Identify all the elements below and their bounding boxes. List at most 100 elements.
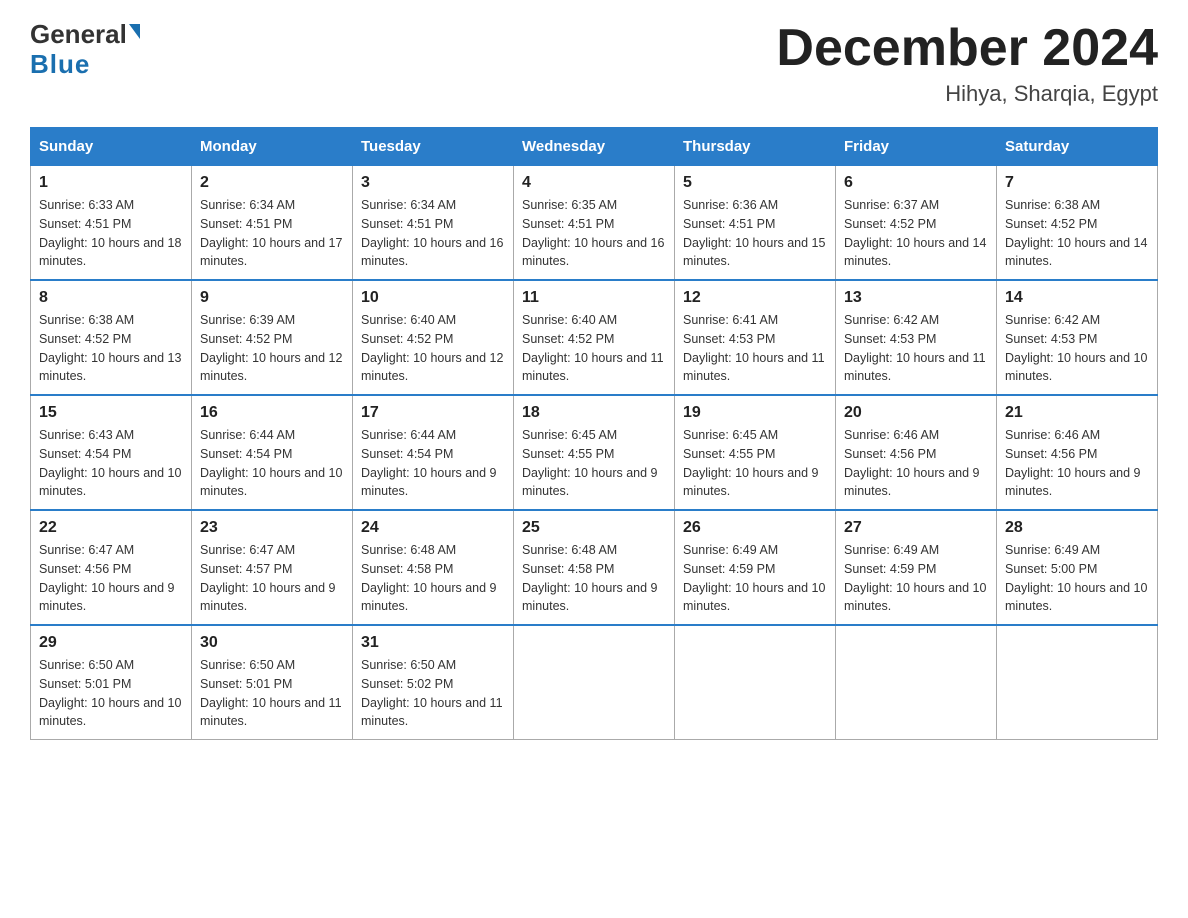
day-info: Sunrise: 6:42 AMSunset: 4:53 PMDaylight:… (1005, 313, 1147, 383)
day-number: 14 (1005, 289, 1149, 307)
day-number: 4 (522, 174, 666, 192)
day-number: 22 (39, 519, 183, 537)
day-number: 13 (844, 289, 988, 307)
day-number: 2 (200, 174, 344, 192)
header-row: SundayMondayTuesdayWednesdayThursdayFrid… (31, 128, 1158, 166)
day-info: Sunrise: 6:44 AMSunset: 4:54 PMDaylight:… (361, 428, 497, 498)
day-info: Sunrise: 6:49 AMSunset: 4:59 PMDaylight:… (683, 543, 825, 613)
day-cell-26: 26 Sunrise: 6:49 AMSunset: 4:59 PMDaylig… (675, 510, 836, 625)
day-info: Sunrise: 6:45 AMSunset: 4:55 PMDaylight:… (522, 428, 658, 498)
day-info: Sunrise: 6:40 AMSunset: 4:52 PMDaylight:… (522, 313, 664, 383)
day-cell-17: 17 Sunrise: 6:44 AMSunset: 4:54 PMDaylig… (353, 395, 514, 510)
day-number: 1 (39, 174, 183, 192)
day-number: 15 (39, 404, 183, 422)
day-number: 7 (1005, 174, 1149, 192)
day-number: 6 (844, 174, 988, 192)
day-cell-14: 14 Sunrise: 6:42 AMSunset: 4:53 PMDaylig… (997, 280, 1158, 395)
day-info: Sunrise: 6:50 AMSunset: 5:01 PMDaylight:… (200, 658, 342, 728)
day-cell-12: 12 Sunrise: 6:41 AMSunset: 4:53 PMDaylig… (675, 280, 836, 395)
day-info: Sunrise: 6:47 AMSunset: 4:56 PMDaylight:… (39, 543, 175, 613)
day-cell-8: 8 Sunrise: 6:38 AMSunset: 4:52 PMDayligh… (31, 280, 192, 395)
day-cell-9: 9 Sunrise: 6:39 AMSunset: 4:52 PMDayligh… (192, 280, 353, 395)
day-info: Sunrise: 6:39 AMSunset: 4:52 PMDaylight:… (200, 313, 342, 383)
day-cell-23: 23 Sunrise: 6:47 AMSunset: 4:57 PMDaylig… (192, 510, 353, 625)
week-row-4: 22 Sunrise: 6:47 AMSunset: 4:56 PMDaylig… (31, 510, 1158, 625)
day-cell-22: 22 Sunrise: 6:47 AMSunset: 4:56 PMDaylig… (31, 510, 192, 625)
day-cell-11: 11 Sunrise: 6:40 AMSunset: 4:52 PMDaylig… (514, 280, 675, 395)
day-number: 5 (683, 174, 827, 192)
day-number: 10 (361, 289, 505, 307)
calendar-subtitle: Hihya, Sharqia, Egypt (776, 81, 1158, 107)
day-info: Sunrise: 6:34 AMSunset: 4:51 PMDaylight:… (361, 198, 503, 268)
day-info: Sunrise: 6:40 AMSunset: 4:52 PMDaylight:… (361, 313, 503, 383)
day-number: 18 (522, 404, 666, 422)
day-cell-28: 28 Sunrise: 6:49 AMSunset: 5:00 PMDaylig… (997, 510, 1158, 625)
day-cell-5: 5 Sunrise: 6:36 AMSunset: 4:51 PMDayligh… (675, 166, 836, 281)
day-info: Sunrise: 6:35 AMSunset: 4:51 PMDaylight:… (522, 198, 664, 268)
day-cell-31: 31 Sunrise: 6:50 AMSunset: 5:02 PMDaylig… (353, 625, 514, 740)
week-row-3: 15 Sunrise: 6:43 AMSunset: 4:54 PMDaylig… (31, 395, 1158, 510)
day-info: Sunrise: 6:33 AMSunset: 4:51 PMDaylight:… (39, 198, 181, 268)
day-info: Sunrise: 6:49 AMSunset: 4:59 PMDaylight:… (844, 543, 986, 613)
day-cell-6: 6 Sunrise: 6:37 AMSunset: 4:52 PMDayligh… (836, 166, 997, 281)
day-info: Sunrise: 6:50 AMSunset: 5:01 PMDaylight:… (39, 658, 181, 728)
week-row-2: 8 Sunrise: 6:38 AMSunset: 4:52 PMDayligh… (31, 280, 1158, 395)
day-info: Sunrise: 6:44 AMSunset: 4:54 PMDaylight:… (200, 428, 342, 498)
day-cell-2: 2 Sunrise: 6:34 AMSunset: 4:51 PMDayligh… (192, 166, 353, 281)
day-info: Sunrise: 6:48 AMSunset: 4:58 PMDaylight:… (522, 543, 658, 613)
day-cell-30: 30 Sunrise: 6:50 AMSunset: 5:01 PMDaylig… (192, 625, 353, 740)
day-number: 16 (200, 404, 344, 422)
col-header-thursday: Thursday (675, 128, 836, 166)
day-info: Sunrise: 6:37 AMSunset: 4:52 PMDaylight:… (844, 198, 986, 268)
day-number: 31 (361, 634, 505, 652)
day-number: 9 (200, 289, 344, 307)
day-info: Sunrise: 6:50 AMSunset: 5:02 PMDaylight:… (361, 658, 503, 728)
day-info: Sunrise: 6:46 AMSunset: 4:56 PMDaylight:… (1005, 428, 1141, 498)
day-info: Sunrise: 6:48 AMSunset: 4:58 PMDaylight:… (361, 543, 497, 613)
empty-cell (675, 625, 836, 740)
week-row-1: 1 Sunrise: 6:33 AMSunset: 4:51 PMDayligh… (31, 166, 1158, 281)
day-cell-19: 19 Sunrise: 6:45 AMSunset: 4:55 PMDaylig… (675, 395, 836, 510)
calendar-table: SundayMondayTuesdayWednesdayThursdayFrid… (30, 127, 1158, 740)
day-cell-20: 20 Sunrise: 6:46 AMSunset: 4:56 PMDaylig… (836, 395, 997, 510)
day-cell-13: 13 Sunrise: 6:42 AMSunset: 4:53 PMDaylig… (836, 280, 997, 395)
day-info: Sunrise: 6:47 AMSunset: 4:57 PMDaylight:… (200, 543, 336, 613)
day-number: 3 (361, 174, 505, 192)
day-cell-15: 15 Sunrise: 6:43 AMSunset: 4:54 PMDaylig… (31, 395, 192, 510)
day-cell-16: 16 Sunrise: 6:44 AMSunset: 4:54 PMDaylig… (192, 395, 353, 510)
day-number: 27 (844, 519, 988, 537)
day-number: 17 (361, 404, 505, 422)
day-cell-24: 24 Sunrise: 6:48 AMSunset: 4:58 PMDaylig… (353, 510, 514, 625)
day-cell-3: 3 Sunrise: 6:34 AMSunset: 4:51 PMDayligh… (353, 166, 514, 281)
day-number: 23 (200, 519, 344, 537)
logo: General Blue (30, 20, 140, 80)
calendar-title: December 2024 (776, 20, 1158, 77)
day-number: 29 (39, 634, 183, 652)
day-cell-4: 4 Sunrise: 6:35 AMSunset: 4:51 PMDayligh… (514, 166, 675, 281)
day-number: 30 (200, 634, 344, 652)
empty-cell (836, 625, 997, 740)
title-block: December 2024 Hihya, Sharqia, Egypt (776, 20, 1158, 107)
day-info: Sunrise: 6:38 AMSunset: 4:52 PMDaylight:… (1005, 198, 1147, 268)
day-info: Sunrise: 6:49 AMSunset: 5:00 PMDaylight:… (1005, 543, 1147, 613)
day-cell-27: 27 Sunrise: 6:49 AMSunset: 4:59 PMDaylig… (836, 510, 997, 625)
day-info: Sunrise: 6:43 AMSunset: 4:54 PMDaylight:… (39, 428, 181, 498)
day-cell-1: 1 Sunrise: 6:33 AMSunset: 4:51 PMDayligh… (31, 166, 192, 281)
col-header-friday: Friday (836, 128, 997, 166)
day-info: Sunrise: 6:42 AMSunset: 4:53 PMDaylight:… (844, 313, 986, 383)
day-cell-7: 7 Sunrise: 6:38 AMSunset: 4:52 PMDayligh… (997, 166, 1158, 281)
col-header-saturday: Saturday (997, 128, 1158, 166)
day-info: Sunrise: 6:45 AMSunset: 4:55 PMDaylight:… (683, 428, 819, 498)
day-info: Sunrise: 6:34 AMSunset: 4:51 PMDaylight:… (200, 198, 342, 268)
day-number: 19 (683, 404, 827, 422)
day-info: Sunrise: 6:41 AMSunset: 4:53 PMDaylight:… (683, 313, 825, 383)
logo-text: General (30, 20, 140, 49)
logo-blue: Blue (30, 49, 90, 80)
day-cell-18: 18 Sunrise: 6:45 AMSunset: 4:55 PMDaylig… (514, 395, 675, 510)
day-info: Sunrise: 6:36 AMSunset: 4:51 PMDaylight:… (683, 198, 825, 268)
col-header-sunday: Sunday (31, 128, 192, 166)
empty-cell (997, 625, 1158, 740)
day-cell-21: 21 Sunrise: 6:46 AMSunset: 4:56 PMDaylig… (997, 395, 1158, 510)
day-number: 24 (361, 519, 505, 537)
day-number: 26 (683, 519, 827, 537)
